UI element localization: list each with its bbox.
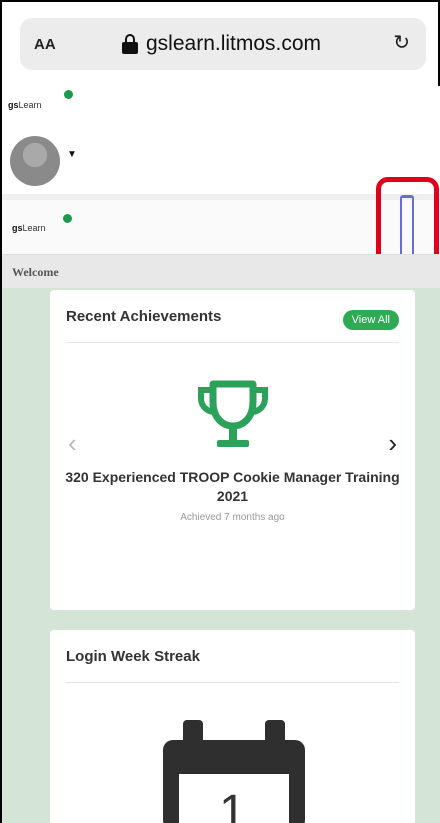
previous-arrow-icon[interactable]: ‹ — [68, 428, 77, 459]
reload-icon[interactable]: ↻ — [393, 30, 410, 55]
url-display[interactable]: gslearn.litmos.com — [122, 32, 321, 56]
divider — [66, 342, 399, 343]
view-all-button[interactable]: View All — [342, 310, 399, 330]
top-header — [2, 86, 440, 194]
next-arrow-icon[interactable]: › — [388, 428, 397, 459]
url-text: gslearn.litmos.com — [146, 32, 322, 55]
browser-address-bar[interactable]: AA gslearn.litmos.com ↻ — [20, 18, 426, 70]
achievement-title: 320 Experienced TROOP Cookie Manager Tra… — [65, 469, 400, 504]
login-streak-card: Login Week Streak 1 — [50, 630, 415, 823]
user-avatar[interactable] — [10, 136, 60, 186]
streak-count: 1 — [219, 786, 246, 823]
welcome-bar: Welcome — [2, 254, 440, 288]
trophy-icon — [198, 380, 268, 447]
secondary-header — [2, 194, 440, 254]
card-title: Login Week Streak — [66, 648, 200, 665]
welcome-text: Welcome — [12, 265, 59, 279]
logo-dot-icon — [63, 214, 72, 223]
logo-dot-icon — [64, 90, 73, 99]
divider — [66, 682, 399, 683]
caret-down-icon[interactable]: ▼ — [67, 149, 77, 160]
achievement-date: Achieved 7 months ago — [180, 512, 285, 523]
gslearn-logo[interactable]: gsLearn — [8, 100, 42, 110]
lock-icon — [122, 34, 138, 54]
text-size-button[interactable]: AA — [34, 36, 56, 53]
recent-achievements-card: Recent Achievements View All ‹ › 320 Exp… — [50, 290, 415, 610]
gslearn-logo-secondary[interactable]: gsLearn — [12, 223, 46, 233]
card-title: Recent Achievements — [66, 308, 222, 325]
